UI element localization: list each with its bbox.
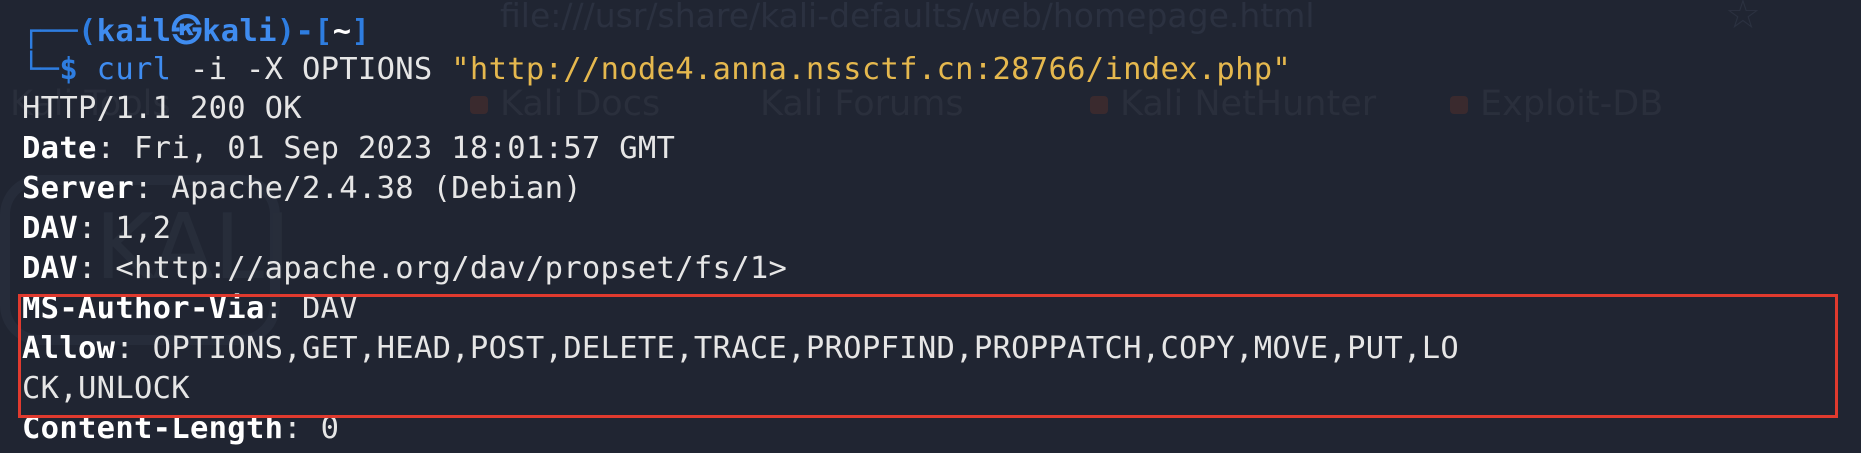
command-line: └─$ curl -i -X OPTIONS "http://node4.ann… xyxy=(22,50,1291,90)
prompt-frame-bottom: └─$ xyxy=(22,52,97,87)
prompt-user: kail xyxy=(96,14,172,49)
header-line: DAV: <http://apache.org/dav/propset/fs/1… xyxy=(22,251,788,286)
terminal-output[interactable]: ┌──(kail㉿kali)-[~] └─$ curl -i -X OPTION… xyxy=(0,0,1861,453)
prompt-host: kali xyxy=(202,14,277,49)
status-line: HTTP/1.1 200 OK xyxy=(22,91,302,126)
prompt-at-icon: ㉿ xyxy=(171,14,203,49)
command-url: "http://node4.anna.nssctf.cn:28766/index… xyxy=(451,52,1292,87)
header-line: Server: Apache/2.4.38 (Debian) xyxy=(22,171,582,206)
command-args: -i -X OPTIONS xyxy=(171,52,452,87)
prompt-frame-end: ] xyxy=(351,14,371,49)
header-line: DAV: 1,2 xyxy=(22,211,172,246)
prompt-dir: ~ xyxy=(332,14,352,49)
command-name: curl xyxy=(96,52,172,87)
highlight-box xyxy=(18,294,1838,418)
prompt-frame-mid: )-[ xyxy=(276,14,333,49)
prompt-line-top: ┌──(kail㉿kali)-[~] xyxy=(22,12,370,52)
header-line: Date: Fri, 01 Sep 2023 18:01:57 GMT xyxy=(22,131,676,166)
prompt-frame-top: ┌──( xyxy=(22,14,97,49)
